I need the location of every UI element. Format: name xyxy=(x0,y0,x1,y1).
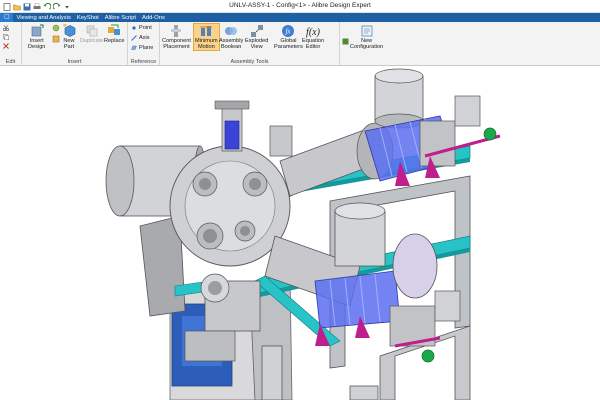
group-assembly-tools: Component Placement Minimum Motion Assem… xyxy=(160,22,340,66)
title-bar: UNLV-ASSY-1 - Config<1> - Alibre Design … xyxy=(0,0,600,13)
window-title: UNLV-ASSY-1 - Config<1> - Alibre Design … xyxy=(229,2,371,9)
insert-sub2-button[interactable] xyxy=(52,35,60,43)
quick-access-toolbar xyxy=(2,2,71,11)
delete-icon xyxy=(3,43,9,49)
cut-button[interactable] xyxy=(3,25,9,31)
menu-viewing-analysis[interactable]: Viewing and Analysis xyxy=(13,15,73,21)
minimum-motion-label: Minimum Motion xyxy=(195,38,218,51)
plane-button[interactable]: Plane xyxy=(131,45,153,51)
duplicate-icon xyxy=(86,25,97,37)
cube-icon xyxy=(52,35,60,43)
svg-text:f(x): f(x) xyxy=(306,27,320,38)
menu-bar: ▢ Viewing and Analysis KeyShot Alibre Sc… xyxy=(0,13,600,22)
menu-add-ons[interactable]: Add-Ons xyxy=(139,15,168,21)
copy-button[interactable] xyxy=(3,34,9,40)
group-label-edit: Edit xyxy=(5,59,16,65)
component-placement-icon xyxy=(171,25,182,37)
new-configuration-label: New Configuration xyxy=(350,38,384,51)
delete-button[interactable] xyxy=(3,43,9,49)
replace-label: Replace xyxy=(104,38,125,44)
new-configuration-icon xyxy=(361,25,372,37)
new-part-label: New Part xyxy=(63,38,75,51)
group-label-assembly-tools: Assembly Tools xyxy=(230,59,269,65)
assembly-boolean-icon xyxy=(225,27,238,35)
minimum-motion-button[interactable]: Minimum Motion xyxy=(193,23,220,52)
component-placement-label: Component Placement xyxy=(162,38,191,51)
assembly-model xyxy=(105,68,501,400)
configuration-sub-button[interactable] xyxy=(342,38,349,45)
insert-design-button[interactable]: Insert Design xyxy=(28,24,45,50)
point-button[interactable]: Point xyxy=(131,25,152,31)
exploded-view-button[interactable]: Exploded View xyxy=(245,24,268,50)
group-label-insert: Insert xyxy=(67,59,82,65)
duplicate-button[interactable]: Duplicate xyxy=(80,24,103,44)
ribbon: Edit Insert Design New Part Duplicate Re… xyxy=(0,22,600,66)
scissors-icon xyxy=(3,25,9,31)
plane-label: Plane xyxy=(139,45,154,51)
axis-button[interactable]: Axis xyxy=(131,35,150,41)
svg-text:fx: fx xyxy=(286,28,292,36)
new-part-icon xyxy=(63,24,76,37)
assembly-boolean-label: Assembly Boolean xyxy=(219,38,244,51)
cube-small-icon xyxy=(342,38,349,45)
file-menu[interactable]: ▢ xyxy=(0,13,14,22)
plane-icon xyxy=(131,45,137,50)
open-folder-icon[interactable] xyxy=(12,2,21,11)
menu-alibre-script[interactable]: Alibre Script xyxy=(102,15,139,21)
replace-button[interactable]: Replace xyxy=(104,24,125,44)
lower-arm xyxy=(264,202,461,363)
copy-icon xyxy=(3,34,9,40)
point-icon xyxy=(132,26,136,30)
group-insert: Insert Design New Part Duplicate Replace… xyxy=(22,22,128,66)
insert-design-label: Insert Design xyxy=(28,38,46,51)
global-parameters-button[interactable]: fx Global Parameters xyxy=(274,24,303,50)
group-reference: Point Axis Plane Reference xyxy=(128,22,160,66)
insert-sub-button[interactable] xyxy=(52,24,60,32)
menu-keyshot[interactable]: KeyShot xyxy=(74,15,102,21)
equation-editor-label: Equation Editor xyxy=(302,38,325,51)
exploded-view-label: Exploded View xyxy=(245,38,269,51)
new-file-icon[interactable] xyxy=(2,2,11,11)
global-parameters-label: Global Parameters xyxy=(274,38,303,51)
new-configuration-button[interactable]: New Configuration xyxy=(350,24,383,50)
insert-design-icon xyxy=(31,24,44,37)
axis-icon xyxy=(131,35,137,41)
equation-editor-button[interactable]: f(x) Equation Editor xyxy=(302,24,324,50)
component-placement-button[interactable]: Component Placement xyxy=(162,24,191,50)
exploded-view-icon xyxy=(250,25,263,37)
axis-label: Axis xyxy=(139,35,150,41)
point-label: Point xyxy=(139,25,152,31)
top-feedthrough xyxy=(214,100,293,157)
equation-editor-icon: f(x) xyxy=(306,27,320,38)
replace-icon xyxy=(108,24,121,35)
group-label-reference: Reference xyxy=(130,59,157,65)
undo-icon[interactable] xyxy=(42,2,51,11)
minimum-motion-icon xyxy=(200,26,213,36)
new-part-button[interactable]: New Part xyxy=(62,24,76,50)
redo-icon[interactable] xyxy=(52,2,61,11)
global-parameters-icon: fx xyxy=(282,25,295,37)
assembly-boolean-button[interactable]: Assembly Boolean xyxy=(219,24,243,50)
group-edit: Edit xyxy=(0,22,22,66)
duplicate-label: Duplicate xyxy=(80,38,104,44)
3d-viewport[interactable] xyxy=(0,66,600,400)
group-configuration: New Configuration xyxy=(340,22,384,66)
dropdown-icon[interactable] xyxy=(62,2,71,11)
gear-icon xyxy=(52,24,60,32)
save-icon[interactable] xyxy=(22,2,31,11)
print-icon[interactable] xyxy=(32,2,41,11)
